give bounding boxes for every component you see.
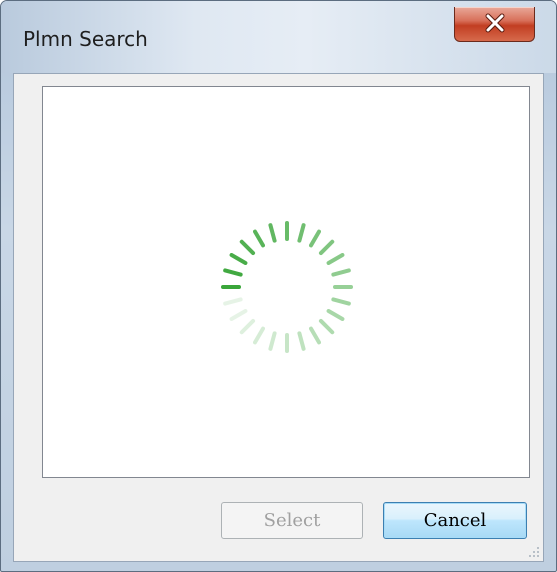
spinner-tick [318,318,335,335]
resize-grip-icon[interactable] [527,545,541,559]
spinner-tick [318,239,335,256]
spinner-tick [309,326,321,345]
loading-spinner-icon [221,221,353,353]
network-list[interactable] [42,86,530,478]
spinner-tick [326,309,345,321]
spinner-tick [297,223,306,243]
spinner-tick [268,331,277,351]
spinner-tick [326,253,345,265]
spinner-tick [309,229,321,248]
title-bar[interactable]: Plmn Search [1,1,556,73]
spinner-tick [331,297,351,306]
close-button[interactable] [454,7,535,42]
spinner-tick [229,309,248,321]
spinner-tick [223,268,243,277]
select-button[interactable]: Select [221,502,363,539]
spinner-tick [297,331,306,351]
dialog-client-area: Select Cancel [13,73,544,562]
window-title: Plmn Search [23,27,148,51]
spinner-tick [253,326,265,345]
spinner-tick [268,223,277,243]
spinner-tick [223,297,243,306]
close-icon [485,13,505,33]
plmn-search-dialog: Plmn Search Select Cancel [0,0,557,572]
spinner-tick [239,239,256,256]
cancel-button[interactable]: Cancel [383,502,527,539]
spinner-tick [229,253,248,265]
spinner-tick [239,318,256,335]
spinner-tick [253,229,265,248]
spinner-tick [331,268,351,277]
